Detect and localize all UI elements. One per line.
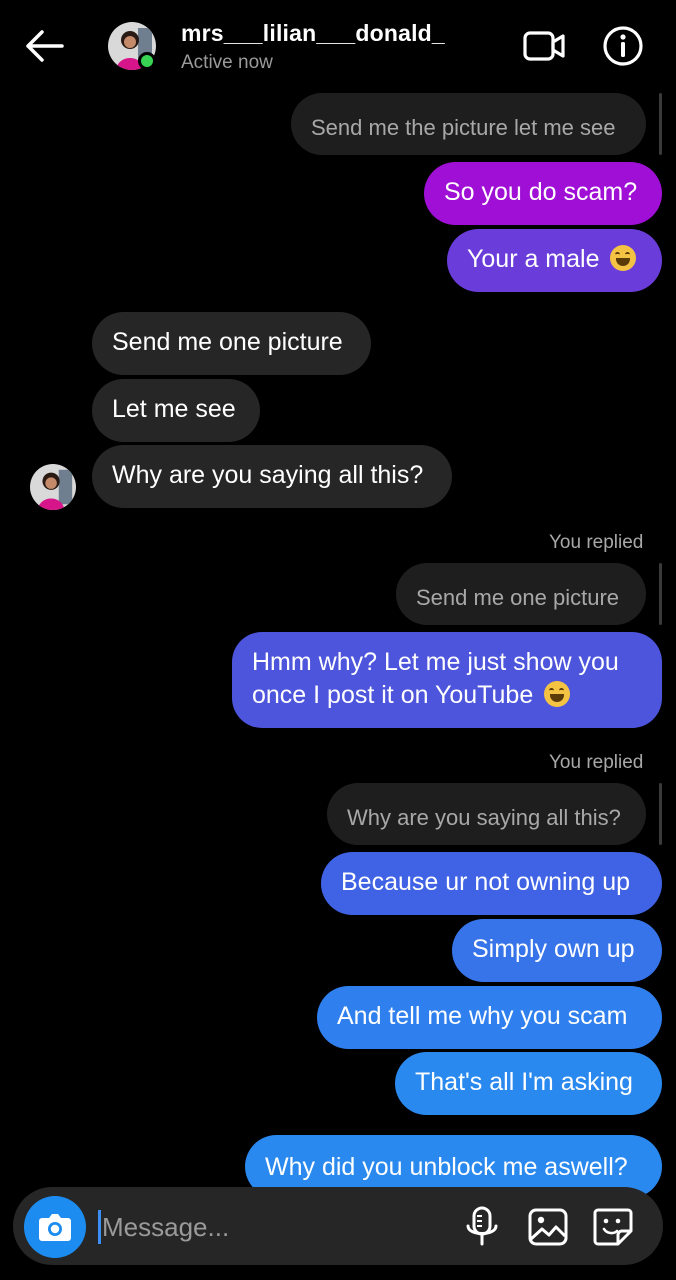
sender-avatar[interactable] — [30, 464, 76, 510]
back-arrow-icon[interactable] — [22, 26, 66, 66]
laughing-emoji-icon — [610, 245, 637, 271]
message-text: Your a male — [467, 245, 600, 273]
laughing-emoji-icon — [544, 681, 571, 707]
reply-label: You replied — [549, 752, 644, 773]
gallery-icon[interactable] — [527, 1207, 569, 1247]
contact-username[interactable]: mrs___lilian___donald_ — [181, 20, 445, 47]
sent-message[interactable]: So you do scam? — [424, 162, 662, 225]
quoted-message[interactable]: Why are you saying all this? — [327, 783, 646, 845]
reply-quote-bar — [659, 563, 662, 625]
sent-message[interactable]: That's all I'm asking — [395, 1052, 662, 1115]
online-status-dot — [138, 52, 156, 70]
text-cursor — [98, 1210, 101, 1244]
received-message[interactable]: Send me one picture — [92, 312, 371, 375]
info-icon[interactable] — [601, 24, 645, 68]
sent-message[interactable]: Simply own up — [452, 919, 662, 982]
sent-message[interactable]: Hmm why? Let me just show you once I pos… — [232, 632, 662, 728]
microphone-icon[interactable] — [462, 1206, 502, 1248]
quoted-message[interactable]: Send me one picture — [396, 563, 646, 625]
reply-label: You replied — [549, 532, 644, 553]
sent-message[interactable]: Because ur not owning up — [321, 852, 662, 915]
active-status: Active now — [181, 52, 273, 73]
sent-message[interactable]: Your a male — [447, 229, 662, 292]
video-call-icon[interactable] — [522, 26, 566, 66]
reply-quote-bar — [659, 93, 662, 155]
received-message[interactable]: Let me see — [92, 379, 260, 442]
camera-button[interactable] — [24, 1196, 86, 1258]
camera-icon — [39, 1214, 71, 1241]
sent-message[interactable]: And tell me why you scam — [317, 986, 662, 1049]
message-input[interactable] — [102, 1204, 432, 1250]
sticker-icon[interactable] — [592, 1207, 634, 1247]
received-message[interactable]: Why are you saying all this? — [92, 445, 452, 508]
quoted-message[interactable]: Send me the picture let me see — [291, 93, 646, 155]
reply-quote-bar — [659, 783, 662, 845]
